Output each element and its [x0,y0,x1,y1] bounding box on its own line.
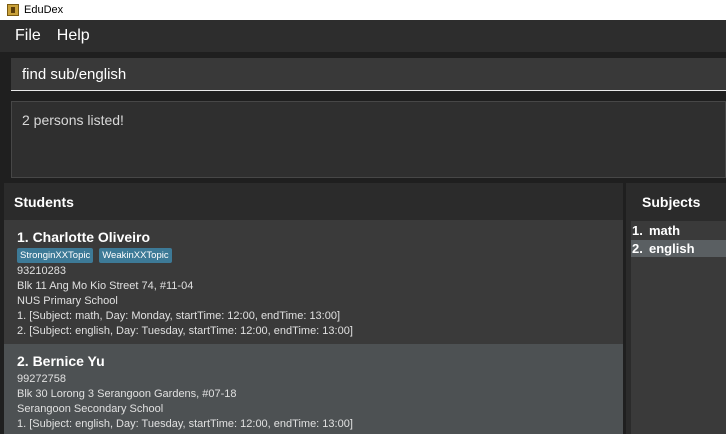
student-lesson: 1. [Subject: math, Day: Monday, startTim… [17,310,341,322]
subjects-header: Subjects [642,194,701,210]
student-school: Serangoon Secondary School [17,403,164,415]
tag: StronginXXTopic [17,248,94,263]
student-school: NUS Primary School [17,295,118,307]
result-text: 2 persons listed! [22,112,124,128]
student-card[interactable]: 1. Charlotte Oliveiro StronginXXTopic We… [4,220,623,344]
student-address: Blk 11 Ang Mo Kio Street 74, #11-04 [17,280,194,292]
command-box [11,58,726,91]
student-lesson: 2. [Subject: english, Day: Tuesday, star… [17,325,353,337]
subject-item-math[interactable]: 1. math [631,222,726,239]
subject-number: 1. [632,223,643,238]
subject-item-english[interactable]: 2. english [631,240,726,257]
student-phone: 99272758 [17,373,66,385]
students-header: Students [14,194,74,210]
app-icon [7,4,19,16]
menu-bar: File Help [0,20,726,52]
subjects-list: 1. math 2. english [631,221,726,434]
tag-list: StronginXXTopic WeakinXXTopic [17,248,178,263]
student-card[interactable]: 2. Bernice Yu 99272758 Blk 30 Lorong 3 S… [4,344,623,434]
student-lesson: 1. [Subject: english, Day: Tuesday, star… [17,418,353,430]
student-address: Blk 30 Lorong 3 Serangoon Gardens, #07-1… [17,388,237,400]
title-bar: EduDex [0,0,726,20]
student-phone: 93210283 [17,265,66,277]
window-title: EduDex [24,4,64,16]
student-name: 1. Charlotte Oliveiro [17,229,151,245]
menu-file[interactable]: File [15,27,41,45]
result-display: 2 persons listed! [11,101,726,178]
subject-number: 2. [632,241,643,256]
menu-help[interactable]: Help [57,27,90,45]
student-name: 2. Bernice Yu [17,353,105,369]
subject-name: math [649,223,681,238]
command-input[interactable] [11,58,726,90]
tag: WeakinXXTopic [99,248,172,263]
subject-name: english [649,241,695,256]
